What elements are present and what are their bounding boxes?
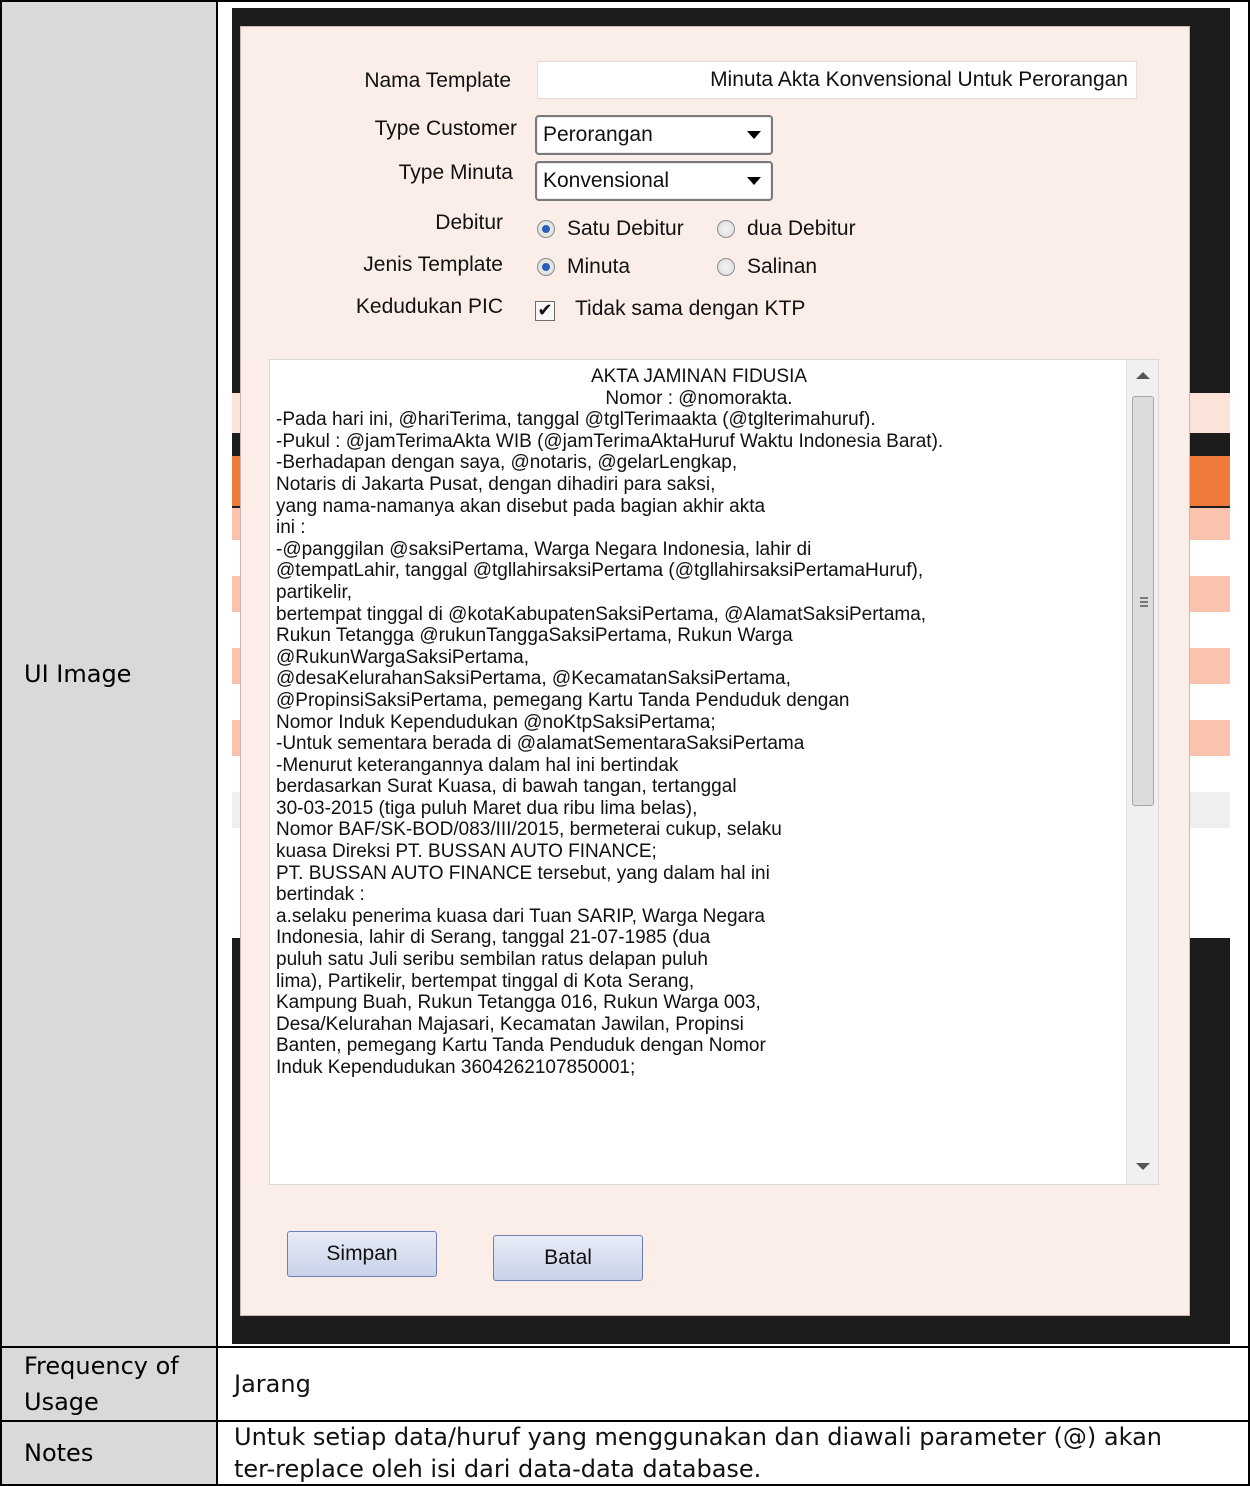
template-text-line: kuasa Direksi PT. BUSSAN AUTO FINANCE; [276, 841, 657, 863]
template-text-line: -@panggilan @saksiPertama, Warga Negara … [276, 538, 812, 560]
template-text-line: 30-03-2015 (tiga puluh Maret dua ribu li… [276, 797, 698, 819]
type-customer-select[interactable]: Perorangan [535, 115, 773, 155]
type-customer-label: Type Customer [374, 117, 517, 140]
type-customer-value: Perorangan [543, 123, 653, 146]
table-row-ui-image: UI Image Nama Template Minuta Akta Konve… [0, 0, 1250, 1346]
jenis-option-2-label: Salinan [747, 255, 818, 278]
jenis-option-salinan[interactable]: Salinan [717, 255, 817, 279]
scrollbar-thumb[interactable] [1132, 396, 1154, 806]
type-minuta-value: Konvensional [543, 169, 670, 192]
scroll-up-icon[interactable] [1136, 372, 1150, 379]
template-text-line: -Berhadapan dengan saya, @notaris, @gela… [276, 452, 738, 474]
template-text-line: PT. BUSSAN AUTO FINANCE tersebut, yang d… [276, 862, 770, 884]
checkmark-icon: ✔ [537, 300, 553, 321]
template-text-line: bertindak : [276, 884, 365, 906]
radio-unchecked-icon [717, 258, 735, 276]
template-text-line: Notaris di Jakarta Pusat, dengan dihadir… [276, 473, 716, 495]
radio-unchecked-icon [717, 220, 735, 238]
debitur-option-dua[interactable]: dua Debitur [717, 217, 856, 241]
template-text-line: Nomor : @nomorakta. [605, 387, 793, 409]
template-text-line: partikelir, [276, 581, 353, 603]
template-text-line: ini : [276, 517, 306, 539]
chevron-down-icon [747, 177, 761, 185]
type-minuta-select[interactable]: Konvensional [535, 161, 773, 201]
batal-button[interactable]: Batal [493, 1235, 643, 1281]
template-text-line: Nomor BAF/SK-BOD/083/III/2015, bermetera… [276, 819, 782, 841]
debitur-label: Debitur [435, 211, 503, 234]
scroll-down-icon[interactable] [1136, 1163, 1150, 1170]
template-text-line: berdasarkan Surat Kuasa, di bawah tangan… [276, 776, 737, 798]
template-text-line: bertempat tinggal di @kotaKabupatenSaksi… [276, 603, 927, 625]
template-text-line: Kampung Buah, Rukun Tetangga 016, Rukun … [276, 992, 761, 1014]
template-text-line: puluh satu Juli seribu sembilan ratus de… [276, 949, 708, 971]
jenis-option-1-label: Minuta [567, 255, 631, 278]
radio-checked-icon [537, 258, 555, 276]
template-text-line: a.selaku penerima kuasa dari Tuan SARIP,… [276, 905, 765, 927]
row-label: Notes [2, 1422, 218, 1484]
table-row-frequency: Frequency of Usage Jarang [0, 1346, 1250, 1420]
kedudukan-checkbox-label: Tidak sama dengan KTP [575, 297, 806, 320]
template-text-line: @desaKelurahanSaksiPertama, @KecamatanSa… [276, 668, 791, 690]
debitur-option-1-label: Satu Debitur [567, 217, 684, 240]
template-text-line: Indonesia, lahir di Serang, tanggal 21-0… [276, 927, 711, 949]
chevron-down-icon [747, 131, 761, 139]
debitur-option-2-label: dua Debitur [747, 217, 856, 240]
template-text-line: lima), Partikelir, bertempat tinggal di … [276, 970, 695, 992]
grip-icon [1140, 597, 1148, 607]
template-text-line: Banten, pemegang Kartu Tanda Penduduk de… [276, 1035, 766, 1057]
template-text-line: Induk Kependudukan 3604262107850001; [276, 1057, 636, 1078]
nama-template-input[interactable]: Minuta Akta Konvensional Untuk Peroranga… [537, 61, 1137, 99]
template-text: AKTA JAMINAN FIDUSIA Nomor : @nomorakta. -… [276, 366, 1122, 1079]
table-row-notes: Notes Untuk setiap data/huruf yang mengg… [0, 1420, 1250, 1486]
jenis-option-minuta[interactable]: Minuta [537, 255, 630, 279]
template-text-line: @RukunWargaSaksiPertama, [276, 646, 530, 668]
template-text-line: @tempatLahir, tanggal @tgllahirsaksiPert… [276, 560, 924, 582]
simpan-button[interactable]: Simpan [287, 1231, 437, 1277]
type-minuta-label: Type Minuta [398, 161, 513, 184]
vertical-scrollbar[interactable] [1126, 360, 1158, 1184]
jenis-template-label: Jenis Template [363, 253, 503, 276]
kedudukan-pic-label: Kedudukan PIC [355, 295, 503, 318]
row-label: Frequency of Usage [2, 1348, 218, 1420]
template-dialog: Nama Template Minuta Akta Konvensional U… [240, 26, 1190, 1316]
row-label: UI Image [2, 2, 218, 1346]
template-text-line: Nomor Induk Kependudukan @noKtpSaksiPert… [276, 711, 716, 733]
template-text-line: AKTA JAMINAN FIDUSIA [590, 366, 808, 387]
radio-checked-icon [537, 220, 555, 238]
template-text-line: -Pada hari ini, @hariTerima, tanggal @tg… [276, 409, 876, 431]
template-textarea[interactable]: AKTA JAMINAN FIDUSIA Nomor : @nomorakta. -… [269, 359, 1159, 1185]
template-text-line: yang nama-namanya akan disebut pada bagi… [276, 495, 766, 517]
template-text-line: -Pukul : @jamTerimaAkta WIB (@jamTerimaA… [276, 430, 944, 452]
kedudukan-checkbox[interactable]: ✔ [535, 301, 555, 321]
template-text-line: -Menurut keterangannya dalam hal ini ber… [276, 754, 679, 776]
document-table: UI Image Nama Template Minuta Akta Konve… [0, 0, 1250, 1486]
row-value: Jarang [234, 1370, 311, 1398]
ui-screenshot: Nama Template Minuta Akta Konvensional U… [232, 8, 1230, 1344]
debitur-option-satu[interactable]: Satu Debitur [537, 217, 684, 241]
template-text-line: Rukun Tetangga @rukunTanggaSaksiPertama,… [276, 625, 793, 647]
template-text-line: Desa/Kelurahan Majasari, Kecamatan Jawil… [276, 1013, 744, 1035]
nama-template-label: Nama Template [364, 69, 511, 92]
template-text-line: -Untuk sementara berada di @alamatSement… [276, 733, 805, 755]
row-value: Untuk setiap data/huruf yang menggunakan… [234, 1423, 1163, 1483]
template-text-line: @PropinsiSaksiPertama, pemegang Kartu Ta… [276, 689, 850, 711]
